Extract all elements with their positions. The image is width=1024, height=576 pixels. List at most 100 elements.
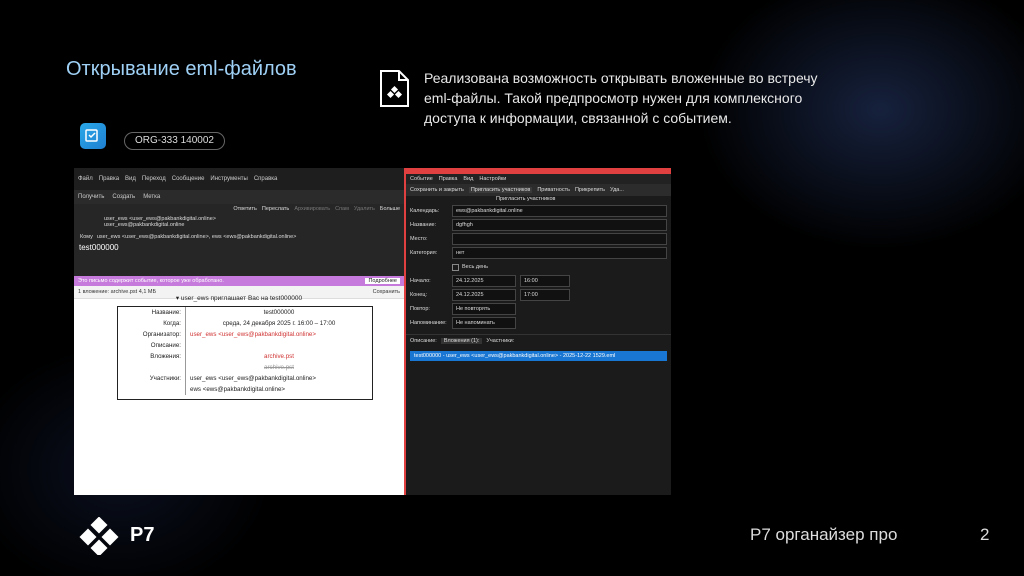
category-label: Категория: [410, 250, 438, 256]
details-button[interactable]: Подробнее [365, 278, 400, 284]
page-number: 2 [980, 525, 990, 544]
reminder-row: Напоминание: Не напоминать [406, 316, 671, 330]
footer-product-name: Р7 органайзер про [750, 525, 898, 544]
calendar-row: Календарь: ews@pakbankdigital.online [406, 204, 671, 218]
start-date-input[interactable]: 24.12.2025 [452, 275, 516, 287]
calendar-select[interactable]: ews@pakbankdigital.online [452, 205, 667, 217]
invite-details-table: Название: test000000 Когда: среда, 24 дека… [117, 306, 373, 400]
invite-row: Вложения: archive.pst [118, 351, 372, 362]
menu-item[interactable]: Событие [410, 176, 433, 182]
category-select[interactable]: нет [452, 247, 667, 259]
event-menu-bar: Событие Правка Вид Настройки [406, 174, 671, 184]
calendar-label: Календарь: [410, 208, 440, 214]
start-time-input[interactable]: 16:00 [520, 275, 570, 287]
start-row: Начало: 24.12.2025 16:00 [406, 274, 671, 288]
attachment-link[interactable]: archive.pst [186, 362, 372, 373]
save-close-button[interactable]: Сохранить и закрыть [410, 187, 464, 193]
start-label: Начало: [410, 278, 431, 284]
mail-toolbar: Получить Создать Метка [74, 190, 404, 204]
attach-button[interactable]: Прикрепить [575, 187, 605, 193]
delete-button[interactable]: Уда... [610, 187, 624, 193]
place-input[interactable] [452, 233, 667, 245]
invite-key: Когда: [118, 318, 186, 329]
participant-value: ews <ews@pakbankdigital.online> [190, 386, 286, 393]
privacy-button[interactable]: Приватность [537, 187, 570, 193]
menu-item[interactable]: Настройки [479, 176, 506, 182]
event-tabs: Описание: Вложения (1): Участники: [406, 334, 671, 347]
attachment-link[interactable]: archive.pst [186, 351, 372, 362]
r7-logo-icon [79, 517, 119, 555]
invite-key: Описание: [118, 340, 186, 351]
menu-item[interactable]: Правка [99, 176, 119, 182]
allday-label: Весь день [462, 264, 489, 270]
invite-row: ews <ews@pakbankdigital.online> [118, 384, 372, 395]
invite-key: Вложения: [118, 351, 186, 362]
allday-row: Весь день [406, 260, 671, 274]
end-label: Конец: [410, 292, 428, 298]
end-time-input[interactable]: 17:00 [520, 289, 570, 301]
invite-value: среда, 24 декабря 2025 г. 16:00 – 17:00 [222, 320, 336, 327]
menu-item[interactable]: Переход [142, 176, 166, 182]
organizer-app-icon [80, 123, 106, 149]
invite-row: Участники: user_ews <user_ews@pakbankdigi… [118, 373, 372, 384]
delete-button[interactable]: Удалить [354, 206, 375, 212]
menu-item[interactable]: Вид [463, 176, 473, 182]
reminder-select[interactable]: Не напоминать [452, 317, 516, 329]
spam-button[interactable]: Спам [335, 206, 349, 212]
tag-button[interactable]: Метка [143, 194, 160, 200]
message-actions: Ответить Переслать Архивировать Спам Уда… [74, 204, 404, 214]
menu-item[interactable]: Сообщение [172, 176, 205, 182]
name-label: Название: [410, 222, 437, 228]
tab-attachments[interactable]: Вложения (1): [440, 338, 483, 344]
compose-button[interactable]: Создать [112, 194, 135, 200]
invite-key: Название: [118, 307, 186, 318]
invite-key [118, 362, 186, 373]
to-value: user_ews <user_ews@pakbankdigital.online… [96, 234, 297, 240]
tab-participants[interactable]: Участники: [486, 338, 514, 344]
event-notice: Это письмо содержит событие, которое уже… [74, 276, 404, 286]
end-date-input[interactable]: 24.12.2025 [452, 289, 516, 301]
invite-key: Участники: [118, 373, 186, 384]
more-button[interactable]: Больше [380, 206, 400, 212]
invite-value: test000000 [263, 309, 295, 316]
tab-description[interactable]: Описание: [410, 338, 437, 344]
slide-title: Открывание eml-файлов [66, 58, 297, 80]
category-row: Категория: нет [406, 246, 671, 260]
file-icon [380, 70, 409, 107]
name-row: Название: dgfhgh [406, 218, 671, 232]
menu-item[interactable]: Правка [439, 176, 458, 182]
invite-row: Организатор: user_ews <user_ews@pakbankdi… [118, 329, 372, 340]
name-input[interactable]: dgfhgh [452, 219, 667, 231]
message-subject: test000000 [79, 243, 119, 252]
place-label: Место: [410, 236, 428, 242]
repeat-select[interactable]: Не повторять [452, 303, 516, 315]
menu-item[interactable]: Справка [254, 176, 278, 182]
slide-description: Реализована возможность открывать вложен… [424, 70, 818, 126]
invite-key [118, 384, 186, 395]
invite-row: Название: test000000 [118, 307, 372, 318]
get-mail-button[interactable]: Получить [78, 194, 104, 200]
menu-item[interactable]: Вид [125, 176, 136, 182]
logo-text: Р7 [130, 524, 155, 546]
reminder-label: Напоминание: [410, 320, 447, 326]
to-label: Кому [80, 234, 93, 240]
menu-item[interactable]: Файл [78, 176, 93, 182]
notice-text: Это письмо содержит событие, которое уже… [78, 278, 224, 284]
message-header: Ответить Переслать Архивировать Спам Уда… [74, 204, 404, 276]
invite-row: Когда: среда, 24 декабря 2025 г. 16:00 – … [118, 318, 372, 329]
menu-item[interactable]: Инструменты [210, 176, 247, 182]
reply-button[interactable]: Ответить [233, 206, 257, 212]
invite-row: Описание: [118, 340, 372, 351]
from-field: user_ews <user_ews@pakbankdigital.online… [74, 214, 404, 228]
invite-row: archive.pst [118, 362, 372, 373]
invite-participants-button[interactable]: Пригласить участников [468, 187, 533, 193]
end-row: Конец: 24.12.2025 17:00 [406, 288, 671, 302]
allday-checkbox[interactable] [452, 263, 459, 271]
organizer-value[interactable]: user_ews <user_ews@pakbankdigital.online… [186, 329, 372, 340]
forward-button[interactable]: Переслать [262, 206, 289, 212]
event-editor-screenshot: Событие Правка Вид Настройки Сохранить и… [404, 168, 671, 495]
participant-value: user_ews <user_ews@pakbankdigital.online… [190, 375, 316, 382]
archive-button[interactable]: Архивировать [294, 206, 330, 212]
attachment-list-item[interactable]: test000000 - user_ews <user_ews@pakbankd… [410, 351, 667, 361]
mail-menu-bar: Файл Правка Вид Переход Сообщение Инстру… [74, 168, 404, 190]
